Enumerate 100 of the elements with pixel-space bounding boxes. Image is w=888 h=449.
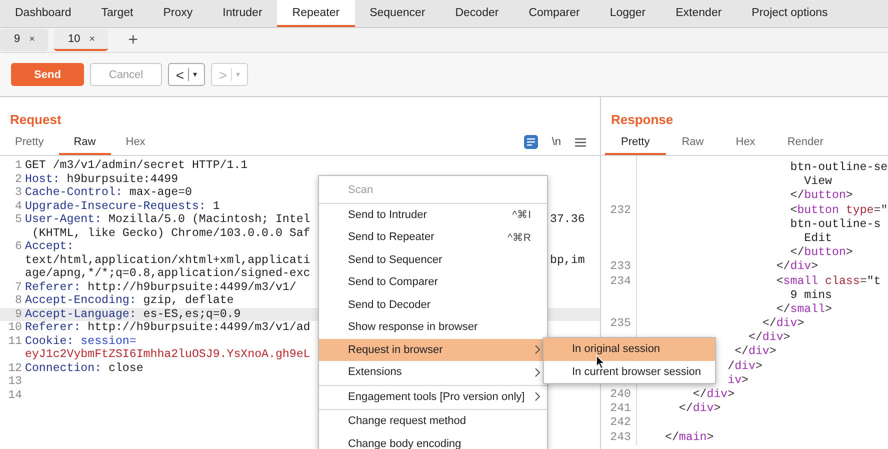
code-line: </button> (790, 246, 853, 260)
line-number: 233 (610, 260, 631, 274)
line-number: 235 (610, 317, 631, 330)
menu-item[interactable]: Engagement tools [Pro version only] (319, 386, 547, 410)
line-number: 13 (8, 375, 22, 388)
main-tab[interactable]: Decoder (440, 0, 514, 27)
line-number: 9 (15, 308, 22, 320)
code-line: eyJ1c2VybmFtZSI6Imhha2luOSJ9.YsXnoA.gh9eL (25, 348, 310, 361)
line-number: 4 (15, 200, 22, 212)
pane-title: Request (9, 111, 62, 129)
code-line: </div> (776, 260, 818, 274)
line-number: 1 (15, 159, 22, 172)
menu-item[interactable]: Send to Repeater ^⌘R (319, 226, 547, 248)
submenu-item[interactable]: In original session (544, 338, 715, 360)
main-tab[interactable]: Sequencer (354, 0, 440, 27)
menu-item[interactable]: Change body encoding (319, 432, 547, 449)
code-line: </div> (748, 331, 790, 344)
menu-item[interactable]: Show response in browser (319, 316, 547, 338)
line-number: 12 (8, 362, 22, 374)
code-line: </small> (776, 302, 832, 316)
code-line: 37.36 (550, 213, 585, 226)
chevron-right-icon (535, 345, 540, 354)
main-tab[interactable]: Comparer (514, 0, 595, 27)
main-tab[interactable]: Target (86, 0, 148, 27)
code-line: GET /m3/v1/admin/secret HTTP/1.1 (25, 159, 248, 172)
view-tab[interactable]: Pretty (0, 131, 59, 155)
code-line: Cookie: session= (25, 334, 136, 348)
line-number: 242 (610, 416, 631, 430)
code-line: </div> (734, 345, 776, 358)
line-number: 6 (15, 240, 22, 253)
code-line: User-Agent: Mozilla/5.0 (Macintosh; Intel (25, 213, 310, 226)
code-line: Referer: http://h9burpsuite:4499/m3/v1/ (25, 280, 296, 294)
main-tab[interactable]: Logger (594, 0, 661, 27)
main-tab[interactable]: Dashboard (0, 0, 86, 27)
add-tab-button[interactable]: + (128, 30, 138, 50)
submenu-item[interactable]: In current browser session (544, 360, 715, 383)
back-button[interactable]: < ▾ (168, 63, 205, 86)
text-lines-icon[interactable] (524, 135, 538, 149)
pane-title: Response (610, 111, 674, 129)
line-number: 232 (610, 204, 631, 217)
line-number: 11 (8, 334, 22, 348)
code-line: bp,im (550, 254, 585, 266)
code-line: 9 mins (790, 288, 832, 302)
line-number: 2 (15, 172, 22, 186)
code-line: Host: h9burpsuite:4499 (25, 172, 178, 186)
line-number: 14 (8, 388, 22, 402)
code-line: </main> (665, 430, 714, 444)
code-line: /div> (728, 360, 762, 373)
menu-item[interactable]: Send to Decoder (319, 294, 547, 316)
code-line: iv> (728, 374, 749, 387)
view-tab[interactable]: Render (771, 131, 840, 155)
main-tab[interactable]: Repeater (277, 0, 355, 27)
chevron-right-icon (535, 368, 540, 377)
code-line: age/apng,*/*;q=0.8,application/signed-exc (25, 267, 310, 280)
code-line: Referer: http://h9burpsuite:4499/m3/v1/ad (25, 321, 310, 334)
view-tab[interactable]: Raw (58, 131, 111, 155)
code-line: </div> (678, 402, 721, 416)
view-tab[interactable]: Hex (110, 131, 160, 155)
menu-item[interactable]: Send to Comparer (319, 271, 547, 294)
code-line: Edit (804, 232, 832, 245)
code-line: View (804, 175, 832, 188)
code-line: btn-outline-s (790, 218, 881, 231)
code-line: btn-outline-se (790, 161, 888, 174)
line-number: 10 (8, 321, 22, 334)
request-tab[interactable]: 10 × (54, 29, 108, 51)
line-number: 3 (15, 186, 22, 199)
line-number: 7 (15, 280, 22, 294)
code-line: Accept-Encoding: gzip, deflate (25, 294, 234, 307)
view-tab[interactable]: Hex (720, 131, 772, 155)
code-line: </div> (692, 388, 735, 401)
chevron-right-icon (535, 392, 540, 402)
code-line: Connection: close (25, 362, 144, 374)
code-line: (KHTML, like Gecko) Chrome/103.0.0.0 Saf (32, 226, 310, 240)
main-tab[interactable]: Intruder (208, 0, 278, 27)
menu-item[interactable]: Send to Intruder ^⌘I (319, 204, 547, 226)
code-line: Accept: (25, 240, 74, 253)
main-tab[interactable]: Proxy (148, 0, 208, 27)
line-number: 5 (15, 213, 22, 226)
code-line: </div> (762, 317, 804, 330)
request-tab[interactable]: 9 × (0, 29, 48, 51)
menu-item[interactable]: Change request method (319, 410, 547, 432)
cursor-icon (596, 355, 605, 369)
line-number: 240 (610, 388, 631, 401)
line-number: 243 (610, 430, 631, 444)
line-number: 8 (15, 294, 22, 307)
newline-toggle[interactable]: \n (552, 136, 561, 148)
view-tab[interactable]: Raw (666, 131, 720, 155)
code-line: <small class="t (776, 274, 881, 288)
main-tab[interactable]: Project options (736, 0, 843, 27)
menu-item[interactable]: Send to Sequencer (319, 248, 547, 271)
line-number: 234 (610, 274, 631, 288)
code-line: text/html,application/xhtml+xml,applicati (25, 254, 310, 266)
code-line: Accept-Language: es-ES,es;q=0.9 (25, 308, 241, 320)
code-line: </button> (790, 189, 853, 202)
menu-icon[interactable] (575, 138, 586, 146)
line-number: 241 (610, 402, 631, 416)
code-line: <button type=" (790, 204, 888, 217)
code-line: Cache-Control: max-age=0 (25, 186, 192, 199)
main-tab[interactable]: Extender (660, 0, 737, 27)
code-line: Upgrade-Insecure-Requests: 1 (25, 200, 220, 212)
